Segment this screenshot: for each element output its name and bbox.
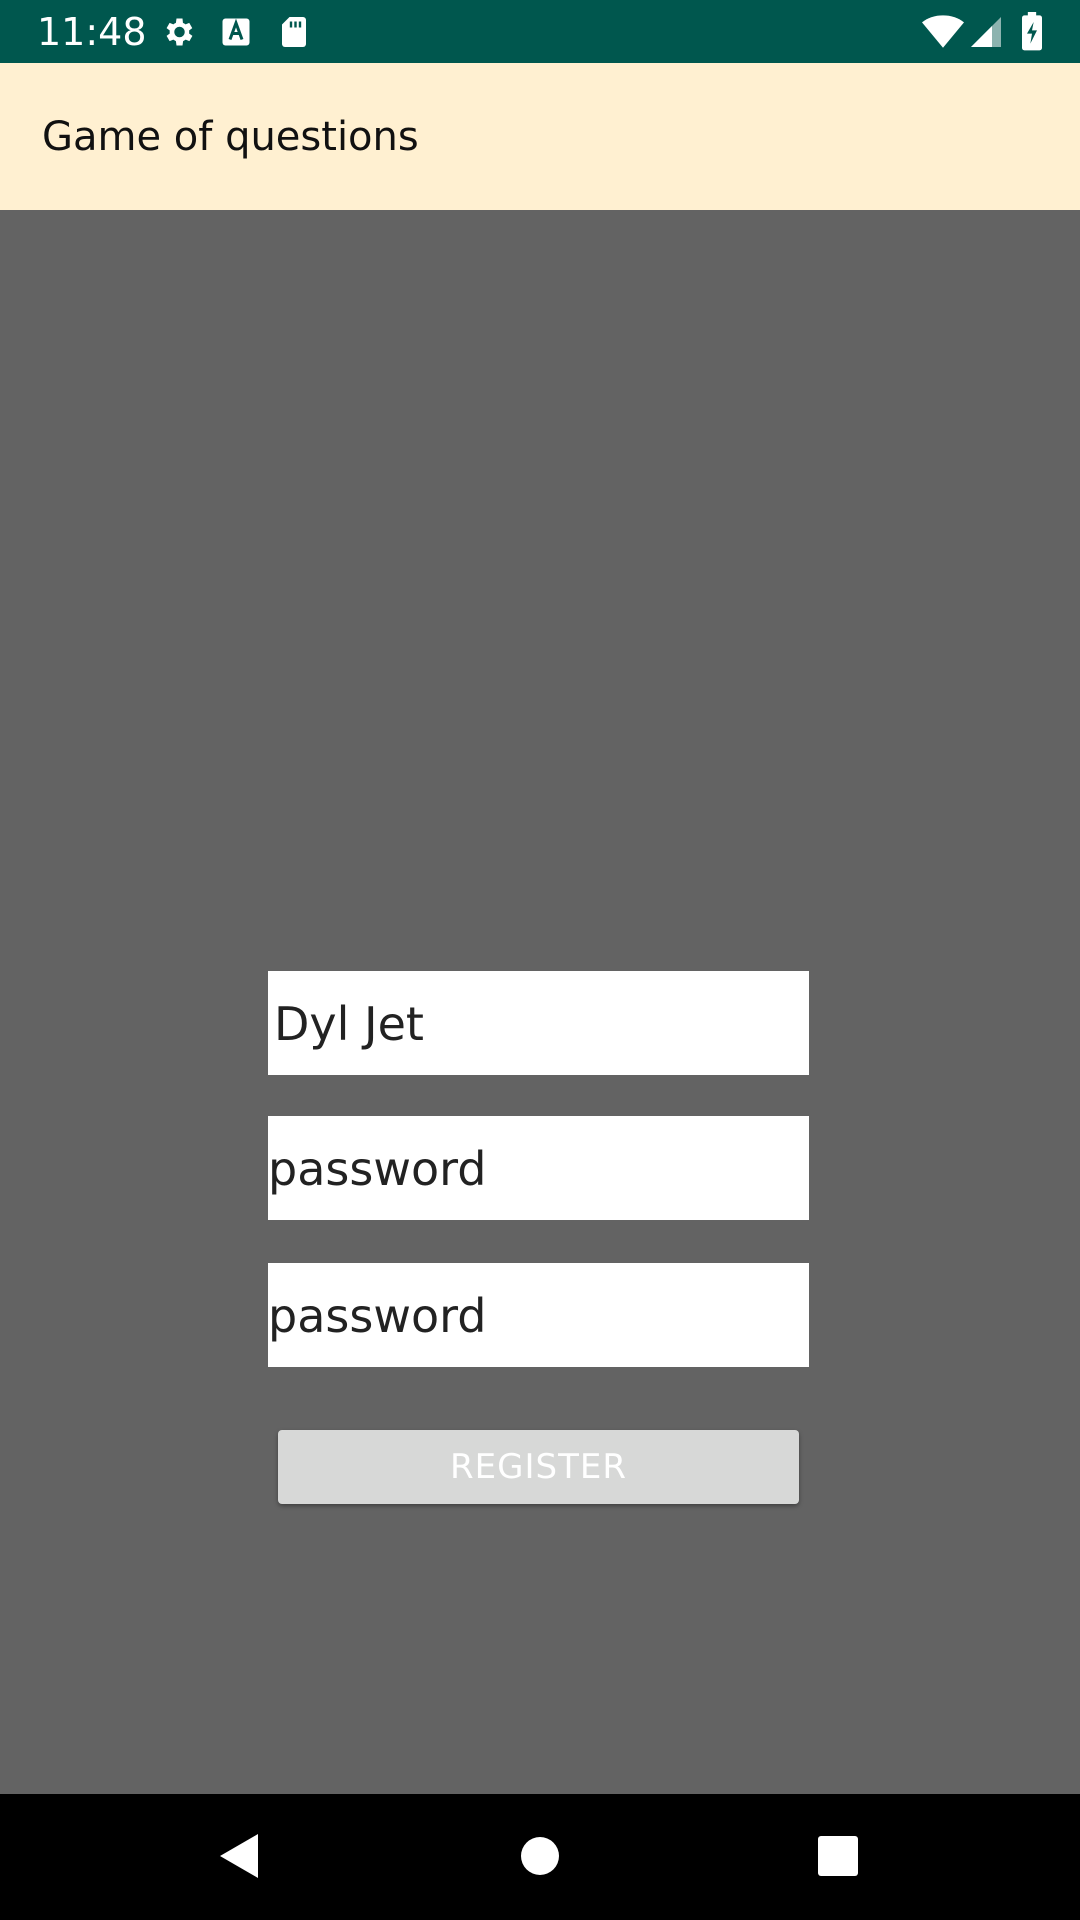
status-time: 11:48 bbox=[37, 10, 147, 54]
sd-card-icon bbox=[276, 14, 312, 50]
username-field[interactable]: Dyl Jet bbox=[268, 971, 809, 1075]
app-title: Game of questions bbox=[42, 114, 419, 160]
settings-icon bbox=[160, 14, 196, 50]
status-bar: 11:48 bbox=[0, 0, 1080, 63]
password-placeholder: password bbox=[268, 1142, 487, 1196]
home-icon[interactable] bbox=[510, 1826, 570, 1886]
wifi-icon bbox=[922, 14, 964, 50]
username-value: Dyl Jet bbox=[274, 997, 424, 1051]
confirm-password-placeholder: password bbox=[268, 1289, 487, 1343]
cell-signal-icon bbox=[968, 14, 1004, 50]
navigation-bar bbox=[0, 1794, 1080, 1920]
battery-charging-icon bbox=[1018, 12, 1046, 52]
register-label: REGISTER bbox=[450, 1447, 627, 1487]
back-icon[interactable] bbox=[208, 1826, 268, 1886]
text-input-icon bbox=[218, 14, 254, 50]
register-button[interactable]: REGISTER bbox=[278, 1430, 799, 1504]
app-bar: Game of questions bbox=[0, 63, 1080, 210]
password-field[interactable]: password bbox=[268, 1116, 809, 1220]
register-screen: 11:48 Game of questions Dyl Jet password… bbox=[0, 0, 1080, 1920]
confirm-password-field[interactable]: password bbox=[268, 1263, 809, 1367]
recents-icon[interactable] bbox=[808, 1826, 868, 1886]
